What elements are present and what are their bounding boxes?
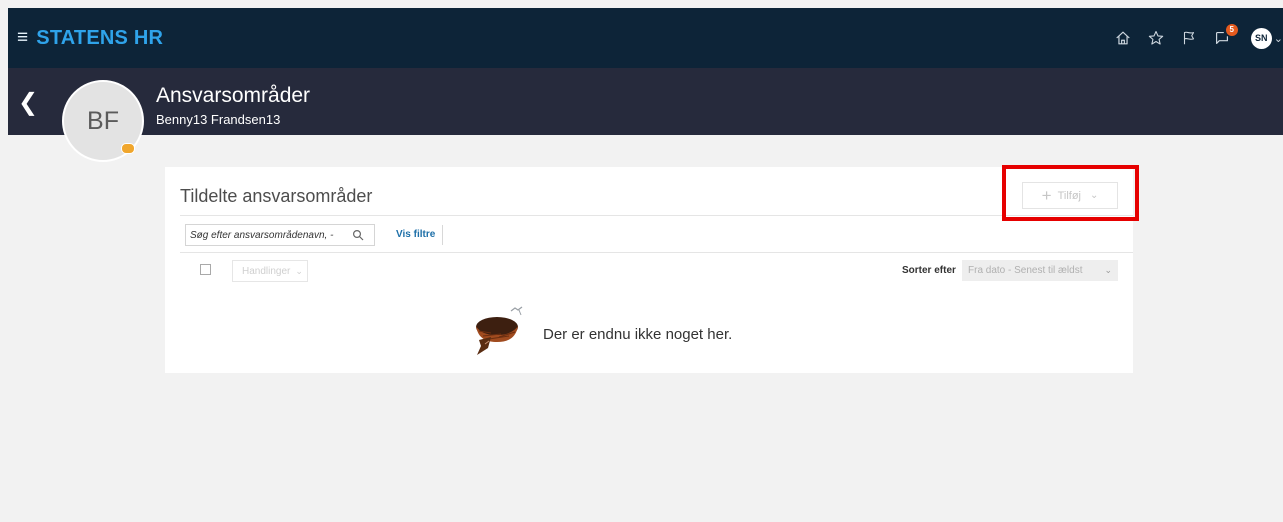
app-frame: ≡ STATENS HR 5 SN ⌄ ❮ BF Ansvarsområder … bbox=[0, 0, 1283, 522]
person-name: Benny13 Frandsen13 bbox=[156, 112, 281, 127]
responsibilities-card: Tildelte ansvarsområder + Tilføj ⌄ Vis f… bbox=[165, 167, 1133, 373]
notifications-icon[interactable]: 5 bbox=[1211, 24, 1238, 49]
actions-dropdown[interactable]: Handlinger ⌄ bbox=[232, 260, 308, 282]
annotation-highlight-box bbox=[1002, 165, 1139, 221]
back-icon[interactable]: ❮ bbox=[18, 88, 38, 117]
select-all-checkbox[interactable] bbox=[200, 264, 211, 275]
user-menu-chevron-icon[interactable]: ⌄ bbox=[1274, 32, 1283, 45]
empty-nest-icon bbox=[476, 306, 523, 355]
sort-value: Fra dato - Senest til ældst bbox=[968, 265, 1083, 276]
divider bbox=[442, 225, 443, 245]
flag-icon[interactable] bbox=[1178, 27, 1200, 49]
empty-state-message: Der er endnu ikke noget her. bbox=[543, 326, 733, 343]
menu-icon[interactable]: ≡ bbox=[17, 27, 28, 49]
card-title: Tildelte ansvarsområder bbox=[180, 186, 373, 206]
divider bbox=[180, 252, 1133, 253]
avatar-status-badge bbox=[121, 143, 135, 154]
search-input[interactable] bbox=[186, 229, 350, 241]
top-navigation-bar: ≡ STATENS HR 5 SN ⌄ bbox=[8, 8, 1283, 68]
divider bbox=[180, 215, 1133, 216]
top-actions: 5 SN ⌄ bbox=[1101, 24, 1283, 52]
search-icon[interactable] bbox=[352, 229, 364, 241]
brand-name: STATENS HR bbox=[36, 26, 164, 49]
brand[interactable]: ≡ STATENS HR bbox=[17, 24, 163, 52]
user-avatar[interactable]: SN bbox=[1250, 27, 1272, 49]
page-title: Ansvarsområder bbox=[156, 84, 311, 107]
home-icon[interactable] bbox=[1112, 27, 1134, 49]
star-icon[interactable] bbox=[1145, 27, 1167, 49]
notification-badge: 5 bbox=[1225, 24, 1238, 36]
search-field[interactable] bbox=[185, 224, 375, 246]
chevron-down-icon: ⌄ bbox=[295, 265, 303, 276]
actions-label: Handlinger bbox=[242, 265, 291, 277]
sort-label: Sorter efter bbox=[902, 265, 956, 276]
chevron-down-icon: ⌄ bbox=[1104, 265, 1112, 275]
sort-select[interactable]: Fra dato - Senest til ældst ⌄ bbox=[962, 260, 1118, 281]
show-filters-link[interactable]: Vis filtre bbox=[396, 229, 435, 240]
